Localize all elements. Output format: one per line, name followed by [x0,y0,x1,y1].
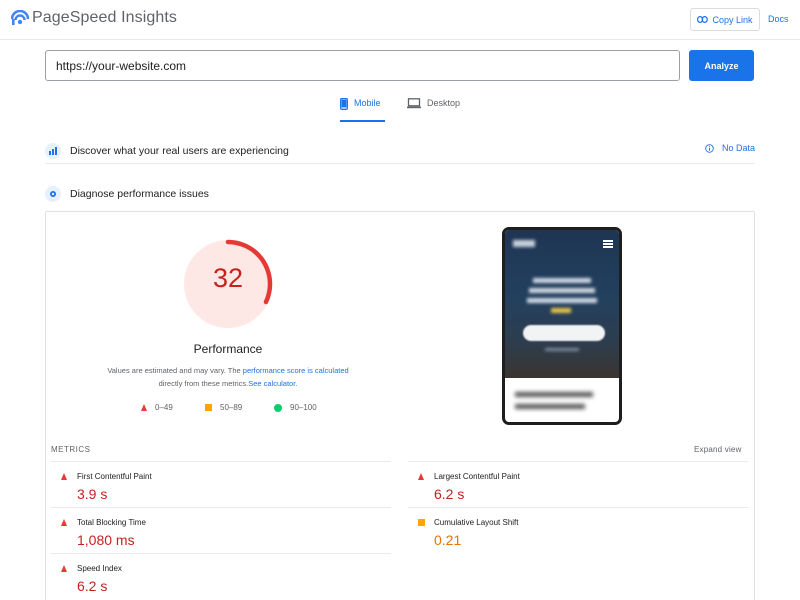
metric-first-contentful-paint: First Contentful Paint 3.9 s [51,461,391,507]
tab-mobile-label: Mobile [354,98,381,108]
metric-value: 0.21 [434,532,462,548]
orange-square-icon [205,404,212,411]
screenshot-text-blur [551,308,571,313]
performance-score: 32 [212,263,244,293]
diagnose-title: Diagnose performance issues [70,188,209,200]
url-input[interactable] [45,50,680,81]
legend-good: 90–100 [274,403,317,412]
score-note: Values are estimated and may vary. The p… [88,364,368,390]
metric-total-blocking-time: Total Blocking Time 1,080 ms [51,507,391,553]
screenshot-logo [513,240,535,247]
screenshot-button [523,325,605,341]
screenshot-text-blur [545,348,579,351]
screenshot-text-blur [515,392,593,397]
legend-poor: 0–49 [141,403,173,412]
metric-speed-index: Speed Index 6.2 s [51,553,391,599]
screenshot-text-blur [529,288,595,293]
screenshot-hero [505,230,619,378]
docs-link[interactable]: Docs [768,14,789,24]
metric-name: Largest Contentful Paint [434,472,520,481]
metric-cumulative-layout-shift: Cumulative Layout Shift 0.21 [408,507,748,553]
metric-name: Total Blocking Time [77,518,146,527]
copy-link-button[interactable]: Copy Link [690,8,760,31]
no-data-indicator: No Data [705,143,755,153]
top-header: PageSpeed Insights Copy Link Docs [0,0,800,40]
legend-average: 50–89 [205,403,242,412]
note-prefix: Values are estimated and may vary. The [107,366,243,375]
info-icon [705,143,714,153]
red-triangle-icon [61,473,67,480]
screenshot-text-blur [527,298,597,303]
legend-good-range: 90–100 [290,403,317,412]
see-calculator-link[interactable]: See calculator. [248,379,297,388]
monitor-icon [407,98,421,109]
orange-square-icon [418,519,425,526]
analyze-button[interactable]: Analyze [689,50,754,81]
red-triangle-icon [61,565,67,572]
tab-desktop-label: Desktop [427,98,461,108]
link-icon [697,16,709,23]
metric-value: 3.9 s [77,486,108,502]
discover-title: Discover what your real users are experi… [70,144,289,157]
phone-icon [340,98,348,110]
red-triangle-icon [418,473,424,480]
expand-view-button[interactable]: Expand view [694,445,742,454]
red-triangle-icon [141,404,147,411]
metric-largest-contentful-paint: Largest Contentful Paint 6.2 s [408,461,748,507]
copy-link-label: Copy Link [712,14,753,25]
note-middle: directly from these metrics. [158,379,249,388]
legend-poor-range: 0–49 [155,403,173,412]
performance-label: Performance [193,342,263,356]
hamburger-menu-icon [603,240,613,248]
no-data-label: No Data [721,143,755,153]
lab-flask-icon [45,186,61,202]
metrics-header: METRICS [51,445,91,454]
tab-mobile[interactable]: Mobile [340,98,385,122]
red-triangle-icon [61,519,67,526]
green-circle-icon [274,403,282,412]
lab-data-section: Diagnose performance issues [45,184,755,204]
app-title: PageSpeed Insights [32,9,178,26]
legend-average-range: 50–89 [220,403,243,412]
metric-value: 6.2 s [434,486,465,502]
users-chart-icon [45,142,61,159]
metric-name: First Contentful Paint [77,472,152,481]
page-screenshot-preview [502,227,622,425]
metric-value: 6.2 s [77,578,108,594]
screenshot-text-blur [515,404,585,409]
metric-name: Cumulative Layout Shift [434,518,519,527]
field-data-section[interactable]: Discover what your real users are experi… [45,138,755,164]
tab-desktop[interactable]: Desktop [407,98,467,122]
metric-value: 1,080 ms [77,532,135,548]
pagespeed-logo-icon [11,10,29,25]
screenshot-text-blur [533,278,591,283]
metric-name: Speed Index [77,564,122,573]
score-calculated-link[interactable]: performance score is calculated [243,366,349,375]
